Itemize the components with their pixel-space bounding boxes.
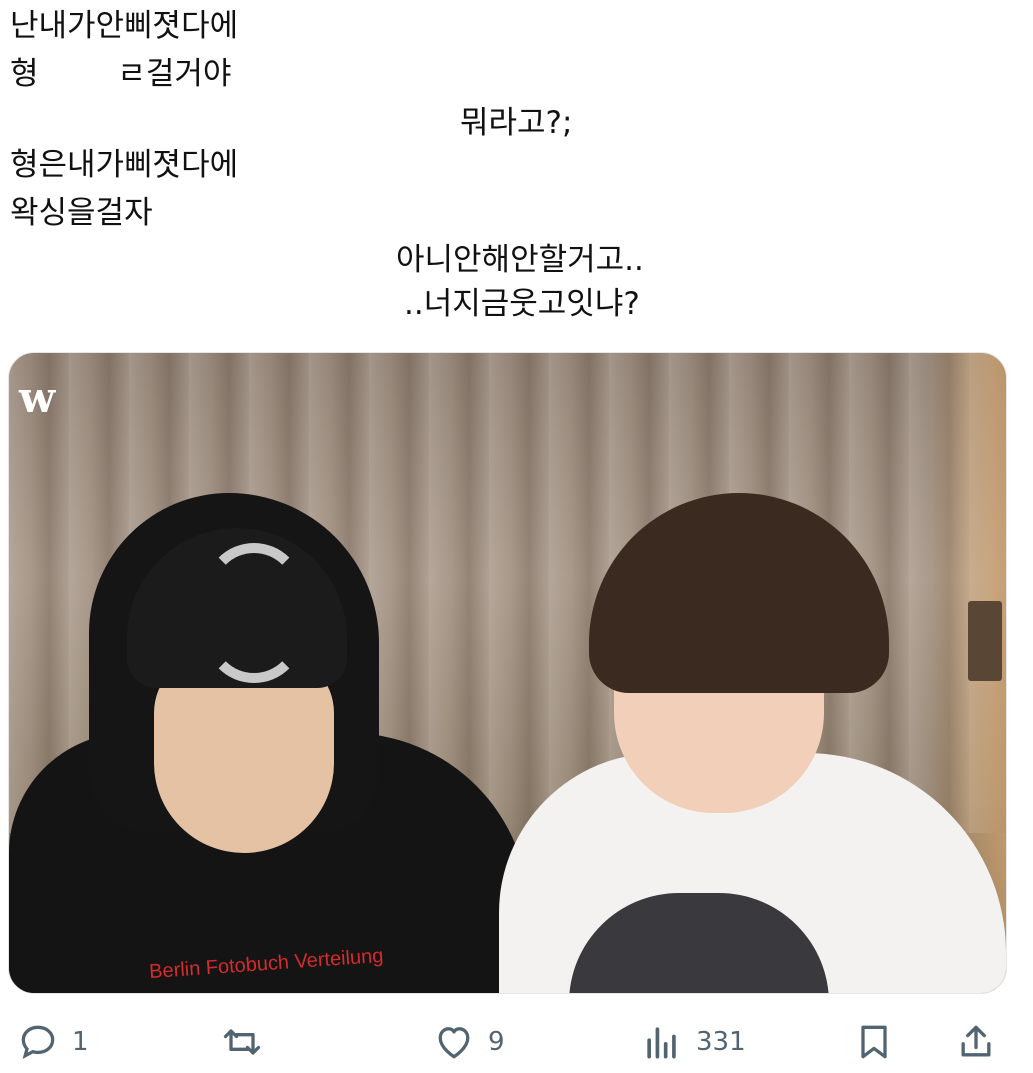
views-button[interactable]: 331 xyxy=(640,1018,746,1066)
tweet-line: 형은내가삐졋다에 xyxy=(10,147,239,183)
tweet-line: 뭐라고?; xyxy=(460,105,573,141)
share-button[interactable] xyxy=(954,1018,998,1066)
tweet-line: 형 ㄹ걸거야 xyxy=(10,56,232,92)
watermark-logo: w xyxy=(19,373,55,422)
retweet-button[interactable] xyxy=(220,1018,276,1066)
like-count: 9 xyxy=(488,1027,505,1057)
views-icon xyxy=(647,1027,676,1059)
beanie-logo xyxy=(204,543,304,683)
tweet-media-photo[interactable]: w Berlin Fotobuch Verteilung xyxy=(8,352,1007,994)
tweet-line: ..너지금웃고잇냐? xyxy=(404,286,640,322)
reply-icon xyxy=(21,1025,55,1059)
views-count: 331 xyxy=(696,1027,746,1057)
share-icon xyxy=(961,1025,991,1057)
reply-button[interactable]: 1 xyxy=(16,1018,89,1066)
retweet-icon xyxy=(223,1029,261,1055)
bookmark-icon xyxy=(861,1025,887,1059)
heart-icon xyxy=(438,1027,470,1059)
tweet-line: 아니안해안할거고.. xyxy=(396,242,644,278)
wall-switch xyxy=(968,601,1002,681)
reply-count: 1 xyxy=(72,1027,89,1057)
like-button[interactable]: 9 xyxy=(432,1018,505,1066)
tweet-line: 왁싱을걸자 xyxy=(10,195,153,231)
tweet-line: 난내가안삐졋다에 xyxy=(10,8,239,44)
bookmark-button[interactable] xyxy=(852,1018,896,1066)
